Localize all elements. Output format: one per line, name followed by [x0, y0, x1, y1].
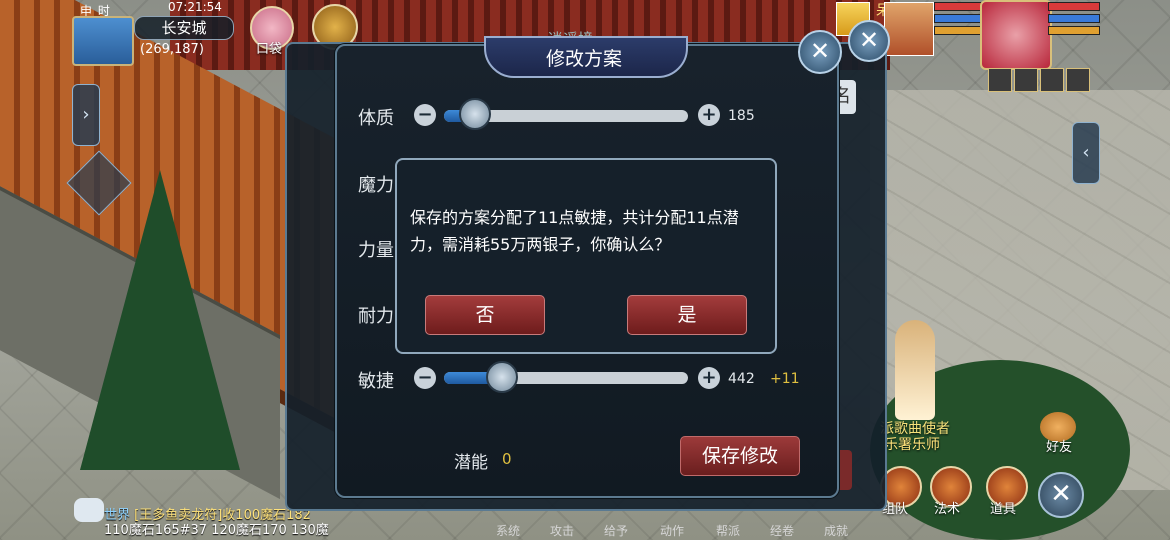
- potential-label: 潜能: [454, 453, 488, 473]
- agility-slider-handle[interactable]: [486, 361, 519, 393]
- pet-exp-bar: [934, 26, 984, 35]
- pine-tree: [80, 170, 240, 470]
- player-anger-bar: [1048, 26, 1100, 35]
- confirm-no-button[interactable]: 否: [425, 295, 545, 335]
- attribute-label: 力量: [358, 240, 394, 261]
- spell-label[interactable]: 法术: [934, 498, 960, 517]
- pet-avatar[interactable]: [884, 2, 934, 56]
- skill-label-action[interactable]: 动作: [660, 522, 684, 539]
- confirm-message: 保存的方案分配了11点敏捷，共计分配11点潜力，需消耗55万两银子，你确认么？: [410, 208, 739, 254]
- skill-label-guild[interactable]: 帮派: [716, 522, 740, 539]
- player-avatar[interactable]: [980, 0, 1052, 70]
- clock: 07:21:54: [168, 0, 222, 14]
- attribute-label: 体质: [358, 108, 394, 129]
- chat-channel: 世界: [104, 508, 131, 523]
- potential-value: 0: [502, 450, 512, 468]
- right-collapse-arrow-icon[interactable]: ‹: [1072, 122, 1100, 184]
- background-close-icon[interactable]: ✕: [848, 20, 890, 62]
- coordinates: (269,187): [140, 42, 204, 57]
- chat-box[interactable]: 世界 [王多鱼卖龙符]收100魔石182 110魔石165#37 120魔石17…: [104, 508, 404, 538]
- skill-label-system[interactable]: 系统: [496, 522, 520, 539]
- skill-label-achievement[interactable]: 成就: [824, 522, 848, 539]
- agility-slider-track[interactable]: [444, 372, 688, 384]
- chat-icon[interactable]: [74, 498, 104, 522]
- decrease-agility-button[interactable]: −: [414, 367, 436, 389]
- close-menu-icon[interactable]: ✕: [1038, 472, 1084, 518]
- chat-line2: 110魔石165#37 120魔石170 130魔: [104, 523, 329, 538]
- buff-icon[interactable]: [1040, 68, 1064, 92]
- panel-title: 修改方案: [545, 48, 622, 70]
- pet-mp-bar: [934, 14, 984, 23]
- attribute-value: 442: [728, 371, 755, 387]
- chat-line1: [王多鱼卖龙符]收100魔石182: [134, 508, 311, 523]
- attribute-label: 敏捷: [358, 371, 394, 392]
- buff-icon[interactable]: [1014, 68, 1038, 92]
- npc-name[interactable]: 乐署乐师: [884, 434, 940, 454]
- save-changes-button[interactable]: 保存修改: [680, 436, 800, 476]
- decrease-constitution-button[interactable]: −: [414, 104, 436, 126]
- buff-icon[interactable]: [1066, 68, 1090, 92]
- buff-icon[interactable]: [988, 68, 1012, 92]
- player-status-bars: [1048, 2, 1100, 38]
- skill-label-give[interactable]: 给予: [604, 522, 628, 539]
- pet-status-bars: [934, 2, 984, 38]
- minimap-hud: 申 时 07:21:54 长安城 (269,187): [68, 0, 238, 66]
- attribute-value: 185: [728, 108, 755, 124]
- panel-close-icon[interactable]: ✕: [798, 30, 842, 74]
- pet-hp-bar: [934, 2, 984, 11]
- confirm-yes-button[interactable]: 是: [627, 295, 747, 335]
- skill-label-attack[interactable]: 攻击: [550, 522, 574, 539]
- attribute-label: 耐力: [358, 306, 394, 327]
- skill-label-scroll[interactable]: 经卷: [770, 522, 794, 539]
- left-expand-arrow-icon[interactable]: ›: [72, 84, 100, 146]
- bag-label: 口袋: [256, 42, 283, 57]
- npc-character[interactable]: [895, 320, 935, 420]
- player-hp-bar: [1048, 2, 1100, 11]
- items-label[interactable]: 道具: [990, 498, 1016, 517]
- player-mp-bar: [1048, 14, 1100, 23]
- attribute-label: 魔力: [358, 175, 394, 196]
- friends-label[interactable]: 好友: [1046, 436, 1072, 455]
- increase-constitution-button[interactable]: +: [698, 104, 720, 126]
- attribute-bonus: +11: [770, 371, 800, 387]
- minimap-icon[interactable]: [72, 16, 134, 66]
- increase-agility-button[interactable]: +: [698, 367, 720, 389]
- city-name[interactable]: 长安城: [134, 16, 234, 40]
